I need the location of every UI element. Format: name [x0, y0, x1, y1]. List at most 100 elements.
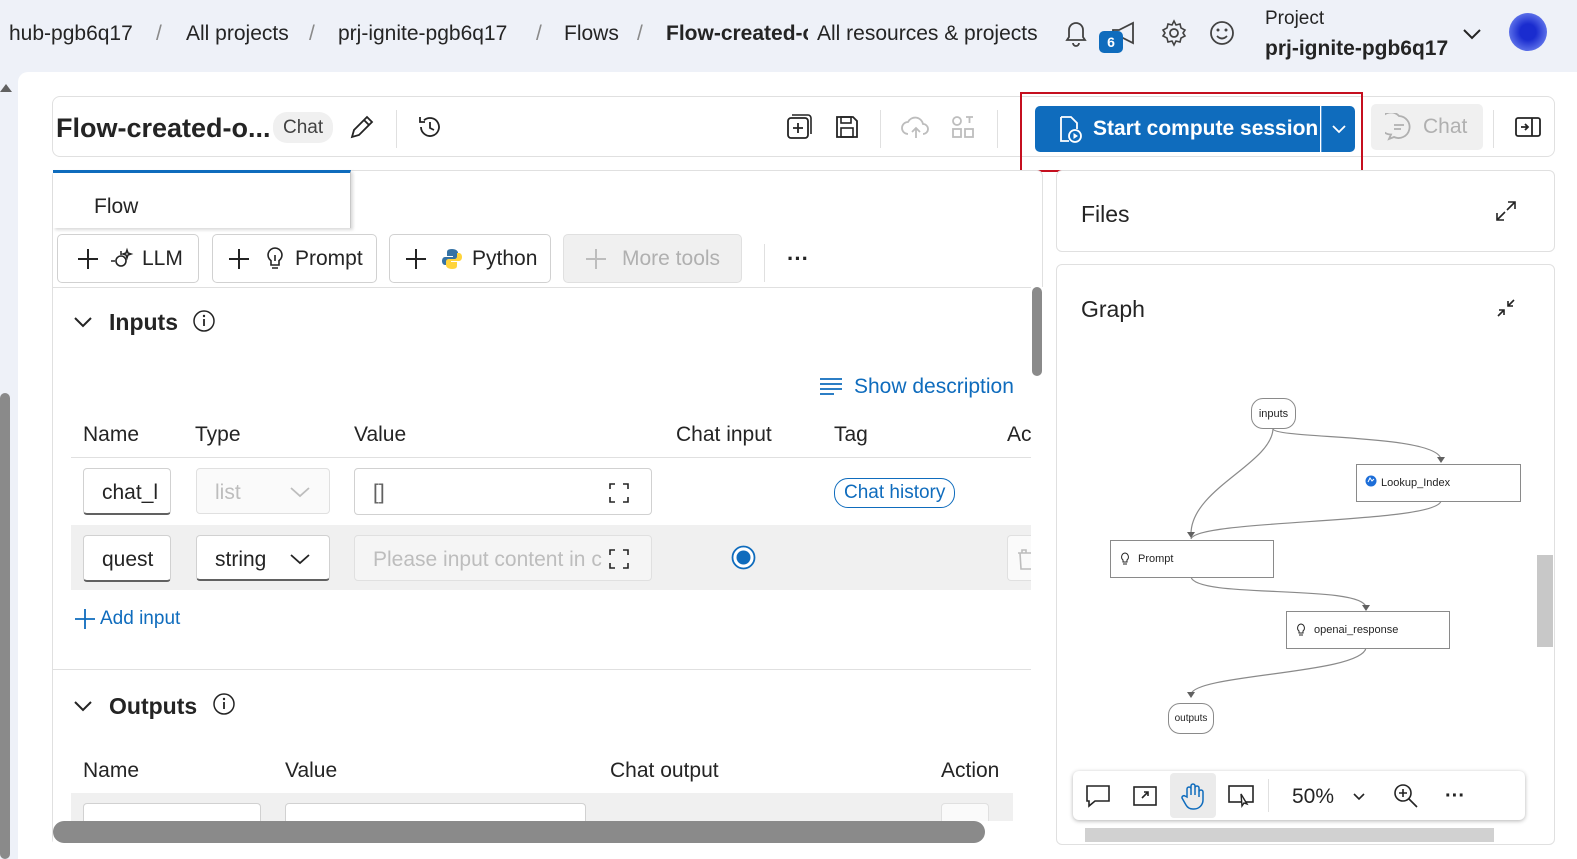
add-input-link[interactable]: Add input — [100, 608, 180, 630]
graph-node-openai-response[interactable]: openai_response — [1286, 611, 1450, 649]
lightbulb-icon — [1297, 623, 1305, 636]
flow-title: Flow-created-o... — [56, 113, 271, 143]
col-chat-output: Chat output — [610, 759, 719, 782]
info-icon[interactable] — [191, 308, 217, 334]
bell-icon[interactable] — [1062, 18, 1092, 48]
project-label: Project — [1265, 8, 1325, 29]
editor-horizontal-scrollbar[interactable] — [53, 821, 1043, 845]
add-icon[interactable] — [73, 607, 97, 631]
breadcrumb-all-projects[interactable]: All projects — [186, 22, 289, 46]
divider — [764, 244, 765, 282]
graph-vertical-scrollbar[interactable] — [1537, 555, 1553, 647]
top-bar: hub-pgb6q17 / All projects / prj-ignite-… — [0, 0, 1577, 70]
add-llm-button[interactable]: LLM — [57, 234, 199, 283]
gear-icon[interactable] — [1159, 18, 1189, 48]
comment-icon[interactable] — [1083, 781, 1113, 811]
input-value-placeholder: Please input content in c — [373, 548, 602, 571]
add-node-icon[interactable] — [784, 112, 814, 142]
col-action: Ac — [1007, 423, 1032, 446]
show-description-link[interactable]: Show description — [854, 375, 1014, 399]
smiley-icon[interactable] — [1207, 18, 1237, 48]
divider — [53, 287, 1031, 288]
page-scrollbar[interactable] — [0, 80, 12, 859]
breadcrumb-separator: / — [637, 22, 643, 45]
delete-input-button[interactable] — [1007, 535, 1031, 581]
col-output-value: Value — [285, 759, 338, 782]
graph-edges — [1187, 428, 1445, 698]
graph-node-prompt[interactable]: Prompt — [1110, 540, 1274, 578]
expand-icon[interactable] — [608, 548, 630, 570]
tab-flow[interactable]: Flow — [53, 170, 351, 228]
breadcrumb-flows[interactable]: Flows — [564, 22, 619, 46]
description-list-icon[interactable] — [818, 376, 844, 396]
notification-badge: 6 — [1099, 31, 1123, 53]
present-icon[interactable] — [1226, 781, 1256, 811]
breadcrumb-separator: / — [156, 22, 162, 45]
output-value-field[interactable] — [285, 803, 586, 821]
maximize-icon[interactable] — [1494, 199, 1518, 223]
zoom-in-icon[interactable] — [1391, 781, 1421, 811]
input-value-field[interactable]: Please input content in c — [354, 535, 652, 581]
python-icon — [442, 248, 462, 269]
plus-icon — [78, 248, 98, 269]
input-value-field[interactable]: [] — [354, 468, 652, 515]
chevron-down-icon[interactable] — [71, 310, 95, 334]
files-title: Files — [1081, 201, 1130, 227]
delete-output-button[interactable] — [941, 803, 989, 821]
chevron-down-icon[interactable] — [1460, 22, 1484, 46]
chevron-down-icon[interactable] — [1351, 788, 1367, 804]
avatar[interactable] — [1509, 13, 1547, 51]
sparkle-icon — [111, 247, 134, 267]
chat-history-tag: Chat history — [834, 478, 956, 508]
graph-node-inputs[interactable]: inputs — [1251, 398, 1296, 429]
chevron-down-icon — [290, 487, 310, 498]
add-prompt-button[interactable]: Prompt — [212, 234, 377, 283]
chat-input-radio[interactable] — [731, 545, 756, 570]
col-type: Type — [195, 423, 241, 446]
lookup-tool-icon — [1365, 475, 1377, 487]
openai-node-label: openai_response — [1314, 624, 1399, 636]
panel-toggle-icon[interactable] — [1513, 112, 1543, 142]
input-name-field[interactable]: quest — [83, 535, 171, 582]
lightbulb-icon — [1121, 552, 1129, 565]
chevron-down-icon[interactable] — [71, 694, 95, 718]
output-name-field[interactable] — [83, 803, 261, 821]
more-options-button[interactable]: ··· — [1445, 785, 1465, 808]
chevron-down-icon — [290, 554, 310, 565]
history-icon[interactable] — [415, 112, 445, 142]
divider — [880, 110, 881, 148]
graph-node-outputs[interactable]: outputs — [1168, 703, 1214, 734]
editor-vertical-scrollbar[interactable] — [1031, 287, 1043, 821]
expand-icon[interactable] — [608, 482, 630, 504]
inputs-section-title: Inputs — [109, 309, 178, 335]
scope-selector[interactable]: All resources & projects — [817, 22, 1038, 46]
input-name-field[interactable]: chat_l — [83, 468, 171, 515]
input-type-select: list — [196, 468, 330, 514]
graph-horizontal-scrollbar[interactable] — [1085, 828, 1494, 842]
tab-flow-label: Flow — [94, 195, 139, 218]
project-name[interactable]: prj-ignite-pgb6q17 — [1265, 37, 1448, 61]
more-options-button[interactable]: ··· — [787, 246, 809, 272]
zoom-level[interactable]: 50% — [1292, 785, 1334, 809]
divider — [71, 457, 1031, 458]
save-icon[interactable] — [832, 112, 862, 142]
fit-view-icon[interactable] — [1130, 781, 1160, 811]
more-tools-button: More tools — [563, 234, 742, 283]
add-python-button[interactable]: Python — [389, 234, 551, 283]
breadcrumb-project[interactable]: prj-ignite-pgb6q17 — [338, 22, 507, 46]
lightbulb-icon — [267, 246, 283, 269]
input-type-select[interactable]: string — [196, 535, 330, 581]
divider — [396, 110, 397, 148]
pan-tool-button[interactable] — [1170, 773, 1216, 818]
edit-icon[interactable] — [347, 112, 377, 142]
more-tools-label: More tools — [622, 246, 721, 270]
outputs-section-title: Outputs — [109, 693, 198, 719]
plus-icon — [229, 248, 249, 269]
breadcrumb-hub[interactable]: hub-pgb6q17 — [9, 22, 133, 46]
chat-button: Chat — [1371, 104, 1483, 150]
col-value: Value — [354, 423, 407, 446]
lookup-node-label: Lookup_Index — [1381, 477, 1451, 489]
info-icon[interactable] — [211, 691, 237, 717]
highlight-box — [1020, 92, 1363, 172]
graph-node-lookup-index[interactable]: Lookup_Index — [1356, 464, 1521, 502]
